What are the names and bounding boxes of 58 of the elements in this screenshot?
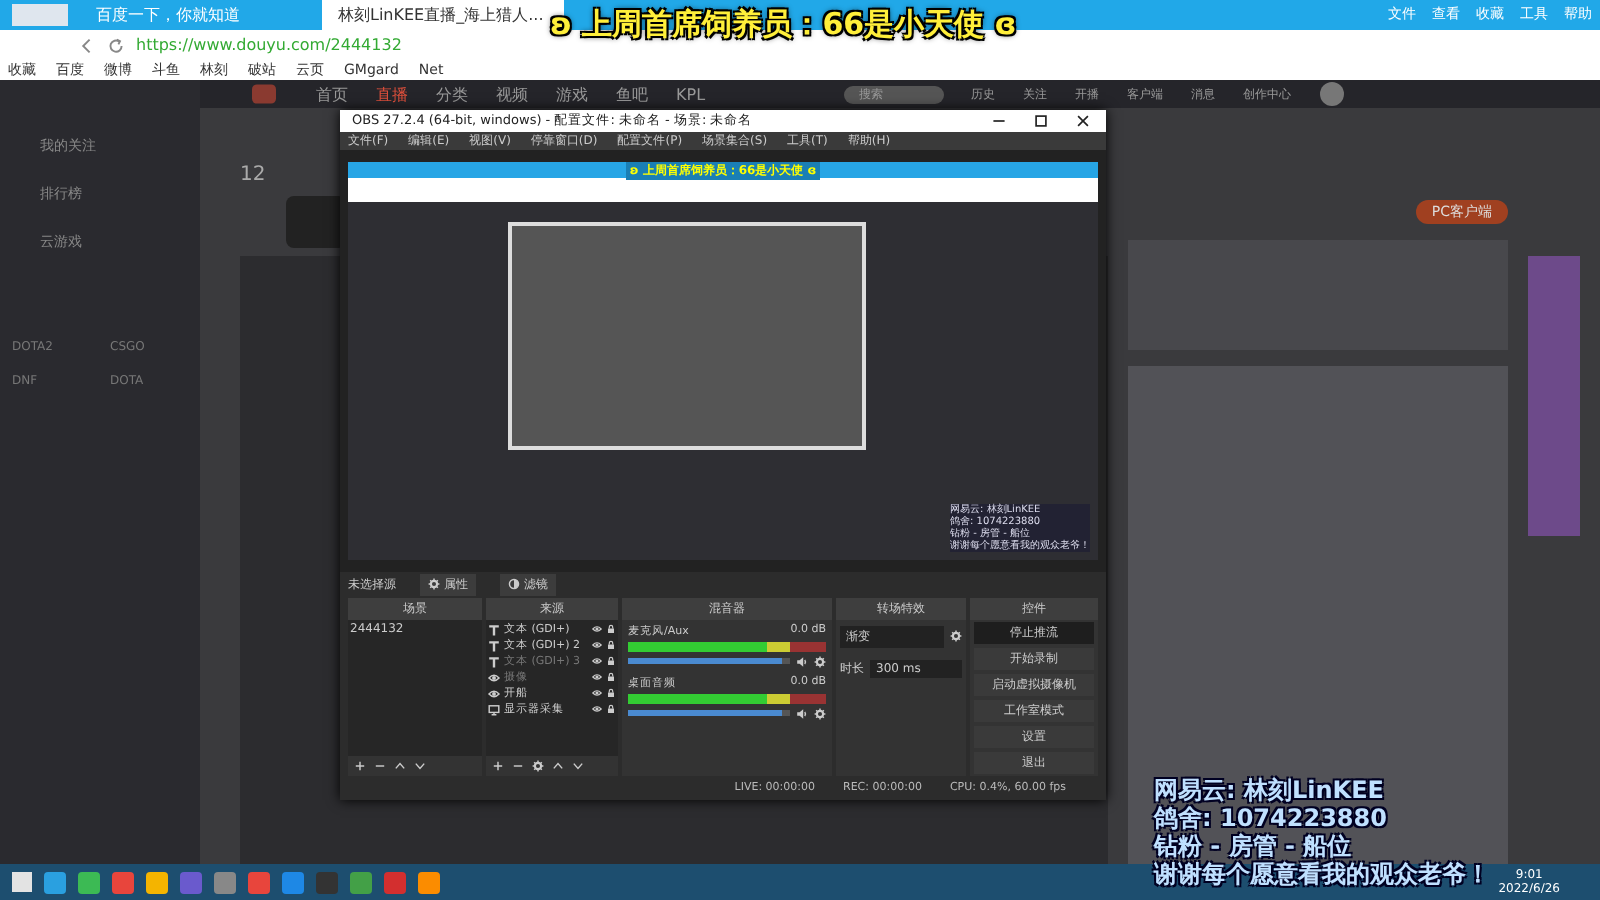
- maximize-icon[interactable]: [1034, 113, 1048, 128]
- visibility-icon[interactable]: [592, 624, 602, 635]
- down-icon[interactable]: [572, 759, 584, 772]
- back-icon[interactable]: [80, 37, 96, 53]
- volume-slider[interactable]: [628, 658, 782, 665]
- avatar-icon[interactable]: [1319, 82, 1344, 106]
- overlay-line: 网易云: 林刻LinKEE: [1154, 776, 1386, 804]
- visibility-icon[interactable]: [592, 704, 602, 715]
- gear-icon: [428, 578, 440, 591]
- visibility-icon[interactable]: [592, 640, 602, 651]
- nav-link[interactable]: 视频: [496, 83, 528, 105]
- lock-icon[interactable]: [606, 624, 616, 635]
- settings-icon[interactable]: [814, 655, 826, 668]
- eye-icon: [488, 671, 500, 684]
- overlay-line: 钻粉 - 房管 - 船位: [1154, 832, 1354, 860]
- remove-icon[interactable]: [374, 759, 386, 772]
- nav-link[interactable]: 分类: [436, 83, 468, 105]
- lock-icon[interactable]: [606, 656, 616, 667]
- close-icon[interactable]: [1076, 113, 1090, 128]
- visibility-icon[interactable]: [592, 672, 602, 683]
- taskbar-app-icon[interactable]: [350, 871, 372, 893]
- tab-thumbnail: [12, 4, 68, 26]
- taskbar-app-icon[interactable]: [418, 871, 440, 893]
- settings-icon[interactable]: [814, 707, 826, 720]
- filter-icon: [508, 578, 520, 591]
- volume-slider[interactable]: [628, 710, 782, 717]
- count-text: 12: [240, 164, 266, 186]
- up-icon[interactable]: [552, 759, 564, 772]
- speaker-icon[interactable]: [796, 707, 808, 720]
- settings-icon[interactable]: [950, 630, 962, 643]
- lock-icon[interactable]: [606, 672, 616, 683]
- lock-icon[interactable]: [606, 640, 616, 651]
- visibility-icon[interactable]: [592, 688, 602, 699]
- nav-link[interactable]: 游戏: [556, 83, 588, 105]
- taskbar-app-icon[interactable]: [214, 871, 236, 893]
- overlay-line: 谢谢每个愿意看我的观众老爷！: [1154, 860, 1490, 888]
- settings-icon[interactable]: [532, 759, 544, 772]
- monitor-icon: [488, 703, 500, 716]
- overlay-line: 鸽舍: 1074223880: [1154, 804, 1389, 832]
- nav-link[interactable]: 鱼吧: [616, 83, 648, 105]
- lock-icon[interactable]: [606, 704, 616, 715]
- eye-icon: [488, 687, 500, 700]
- start-icon[interactable]: [12, 872, 32, 892]
- remove-icon[interactable]: [512, 759, 524, 772]
- taskbar-app-icon[interactable]: [44, 871, 66, 893]
- taskbar-app-icon[interactable]: [78, 871, 100, 893]
- add-icon[interactable]: [492, 759, 504, 772]
- nav-link[interactable]: 首页: [316, 83, 348, 105]
- nav-link[interactable]: 直播: [376, 83, 408, 105]
- up-icon[interactable]: [394, 759, 406, 772]
- refresh-icon[interactable]: [108, 37, 124, 53]
- nav-link[interactable]: KPL: [676, 85, 706, 103]
- speaker-icon[interactable]: [796, 655, 808, 668]
- visibility-icon[interactable]: [592, 656, 602, 667]
- add-icon[interactable]: [354, 759, 366, 772]
- lock-icon[interactable]: [606, 688, 616, 699]
- taskbar-app-icon[interactable]: [146, 871, 168, 893]
- down-icon[interactable]: [414, 759, 426, 772]
